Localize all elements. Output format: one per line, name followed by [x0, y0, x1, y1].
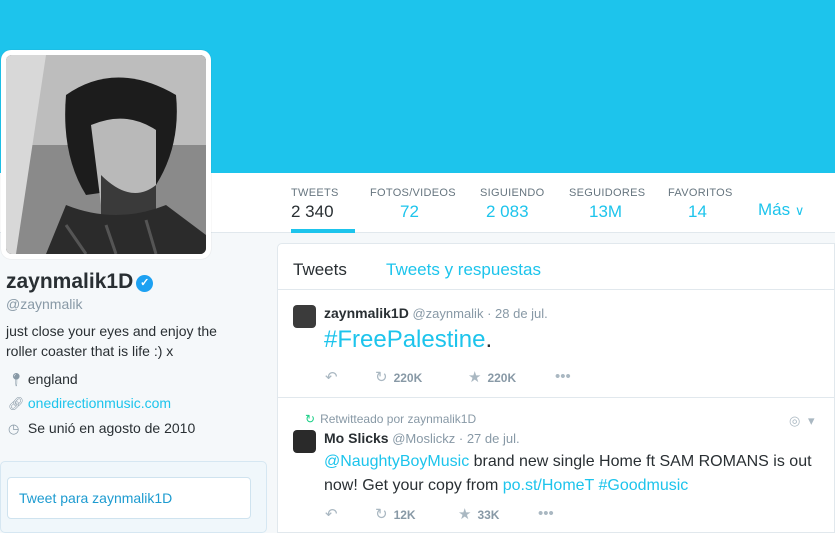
retweeted-by-text[interactable]: Retwitteado por zaynmalik1D [320, 412, 476, 426]
profile-avatar[interactable] [1, 50, 211, 259]
profile-website: 🔗︎ onedirectionmusic.com [8, 395, 171, 412]
profile-location: 📍︎ england [8, 371, 78, 388]
chevron-down-icon: ∨ [794, 203, 805, 218]
nav-followers-count: 13M [589, 202, 623, 221]
retweet-icon: ↻ [375, 369, 388, 386]
tweet-avatar[interactable] [293, 305, 316, 328]
reply-icon: ↶ [325, 506, 338, 523]
retweet-count: 220K [393, 371, 423, 385]
favorite-count: 33K [477, 508, 500, 522]
tweet-divider [278, 397, 835, 398]
star-icon: ★ [458, 506, 472, 523]
tweet-header: Mo Slicks @Moslickz · 27 de jul. [324, 430, 520, 446]
avatar-photo [6, 55, 206, 254]
nav-tweets-count: 2 340 [291, 202, 334, 221]
tweet-author-name[interactable]: Mo Slicks [324, 430, 389, 446]
joined-text: Se unió en agosto de 2010 [27, 420, 196, 436]
retweet-button[interactable]: ↻ 12K [375, 505, 416, 523]
more-dropdown[interactable]: Más ∨ [758, 200, 804, 220]
nav-following-label: SIGUIENDO [480, 187, 545, 199]
tweet-text-tail: . [485, 326, 493, 353]
nav-tweets-label: TWEETS [291, 187, 339, 199]
nav-photos-label: FOTOS/VIDEOS [370, 187, 456, 199]
nav-followers[interactable]: SEGUIDORES 13M [569, 173, 645, 233]
tweet-date[interactable]: · 27 de jul. [459, 431, 520, 446]
retweet-context-icon: ↻ [305, 412, 316, 426]
bio-line-2: roller coaster that is life :) x [6, 343, 174, 359]
bio-line-1: just close your eyes and enjoy the [6, 323, 217, 339]
tweet-meta-icons: ◎ ▾ [789, 413, 815, 429]
favorite-button[interactable]: ★ 33K [458, 505, 499, 523]
more-label: Más [758, 200, 791, 219]
tweet-hashtag[interactable]: #FreePalestine [324, 326, 485, 353]
verified-badge-icon: ✓ [136, 275, 154, 292]
tweet-hashtag[interactable]: #Goodmusic [594, 477, 688, 494]
favorite-count: 220K [487, 371, 517, 385]
location-pin-icon: 📍︎ [8, 372, 25, 387]
tweet-link[interactable]: po.st/HomeT [503, 477, 594, 494]
timeline-tabs: Tweets Tweets y respuestas [277, 243, 835, 290]
nav-favorites-label: FAVORITOS [668, 187, 733, 199]
website-link[interactable]: onedirectionmusic.com [28, 395, 171, 411]
nav-followers-label: SEGUIDORES [569, 187, 646, 199]
profile-joined: ◷ Se unió en agosto de 2010 [8, 420, 195, 437]
tweet-author-handle[interactable]: @zaynmalik [412, 306, 483, 321]
retweet-icon: ↻ [375, 506, 388, 523]
nav-photos-videos[interactable]: FOTOS/VIDEOS 72 [370, 173, 456, 233]
ellipsis-icon: ••• [555, 368, 571, 385]
profile-name-row: zaynmalik1D ✓ [6, 270, 154, 294]
tweet-text: @NaughtyBoyMusic brand new single Home f… [324, 450, 829, 498]
nav-favorites[interactable]: FAVORITOS 14 [668, 173, 733, 233]
profile-handle[interactable]: @zaynmalik [6, 296, 82, 312]
tweet-date[interactable]: · 28 de jul. [487, 306, 548, 321]
nav-following[interactable]: SIGUIENDO 2 083 [480, 173, 544, 233]
tweet-author-name[interactable]: zaynmalik1D [324, 305, 409, 321]
ellipsis-icon: ••• [538, 505, 554, 522]
tab-tweets-replies[interactable]: Tweets y respuestas [386, 260, 541, 280]
reply-button[interactable]: ↶ [325, 368, 344, 386]
more-actions-button[interactable]: ••• [555, 368, 577, 385]
globe-icon[interactable]: ◎ [789, 413, 800, 428]
nav-favorites-count: 14 [688, 202, 707, 221]
retweet-count: 12K [393, 508, 416, 522]
nav-tweets[interactable]: TWEETS 2 340 [291, 173, 355, 233]
star-icon: ★ [468, 369, 482, 386]
tweet-to-user-button[interactable]: Tweet para zaynmalik1D [7, 477, 251, 519]
tweet-author-handle[interactable]: @Moslickz [392, 431, 455, 446]
location-pin-small-icon[interactable]: ▾ [808, 413, 815, 428]
reply-icon: ↶ [325, 369, 338, 386]
favorite-button[interactable]: ★ 220K [468, 368, 516, 386]
more-actions-button[interactable]: ••• [538, 505, 560, 522]
tweet-mention[interactable]: @NaughtyBoyMusic [324, 453, 469, 470]
retweet-context: ↻ Retwitteado por zaynmalik1D [305, 412, 476, 426]
tweet-avatar[interactable] [293, 430, 316, 453]
profile-bio: just close your eyes and enjoy the rolle… [6, 321, 246, 361]
profile-name[interactable]: zaynmalik1D [6, 270, 133, 293]
tweet-header: zaynmalik1D @zaynmalik · 28 de jul. [324, 305, 548, 321]
reply-button[interactable]: ↶ [325, 505, 344, 523]
nav-following-count: 2 083 [486, 202, 529, 221]
clock-icon: ◷ [8, 421, 20, 436]
tab-tweets[interactable]: Tweets [293, 260, 347, 280]
link-icon: 🔗︎ [8, 396, 25, 411]
retweet-button[interactable]: ↻ 220K [375, 368, 422, 386]
location-text: england [27, 371, 78, 387]
nav-photos-count: 72 [400, 202, 419, 221]
tweet-text: #FreePalestine. [324, 326, 492, 354]
